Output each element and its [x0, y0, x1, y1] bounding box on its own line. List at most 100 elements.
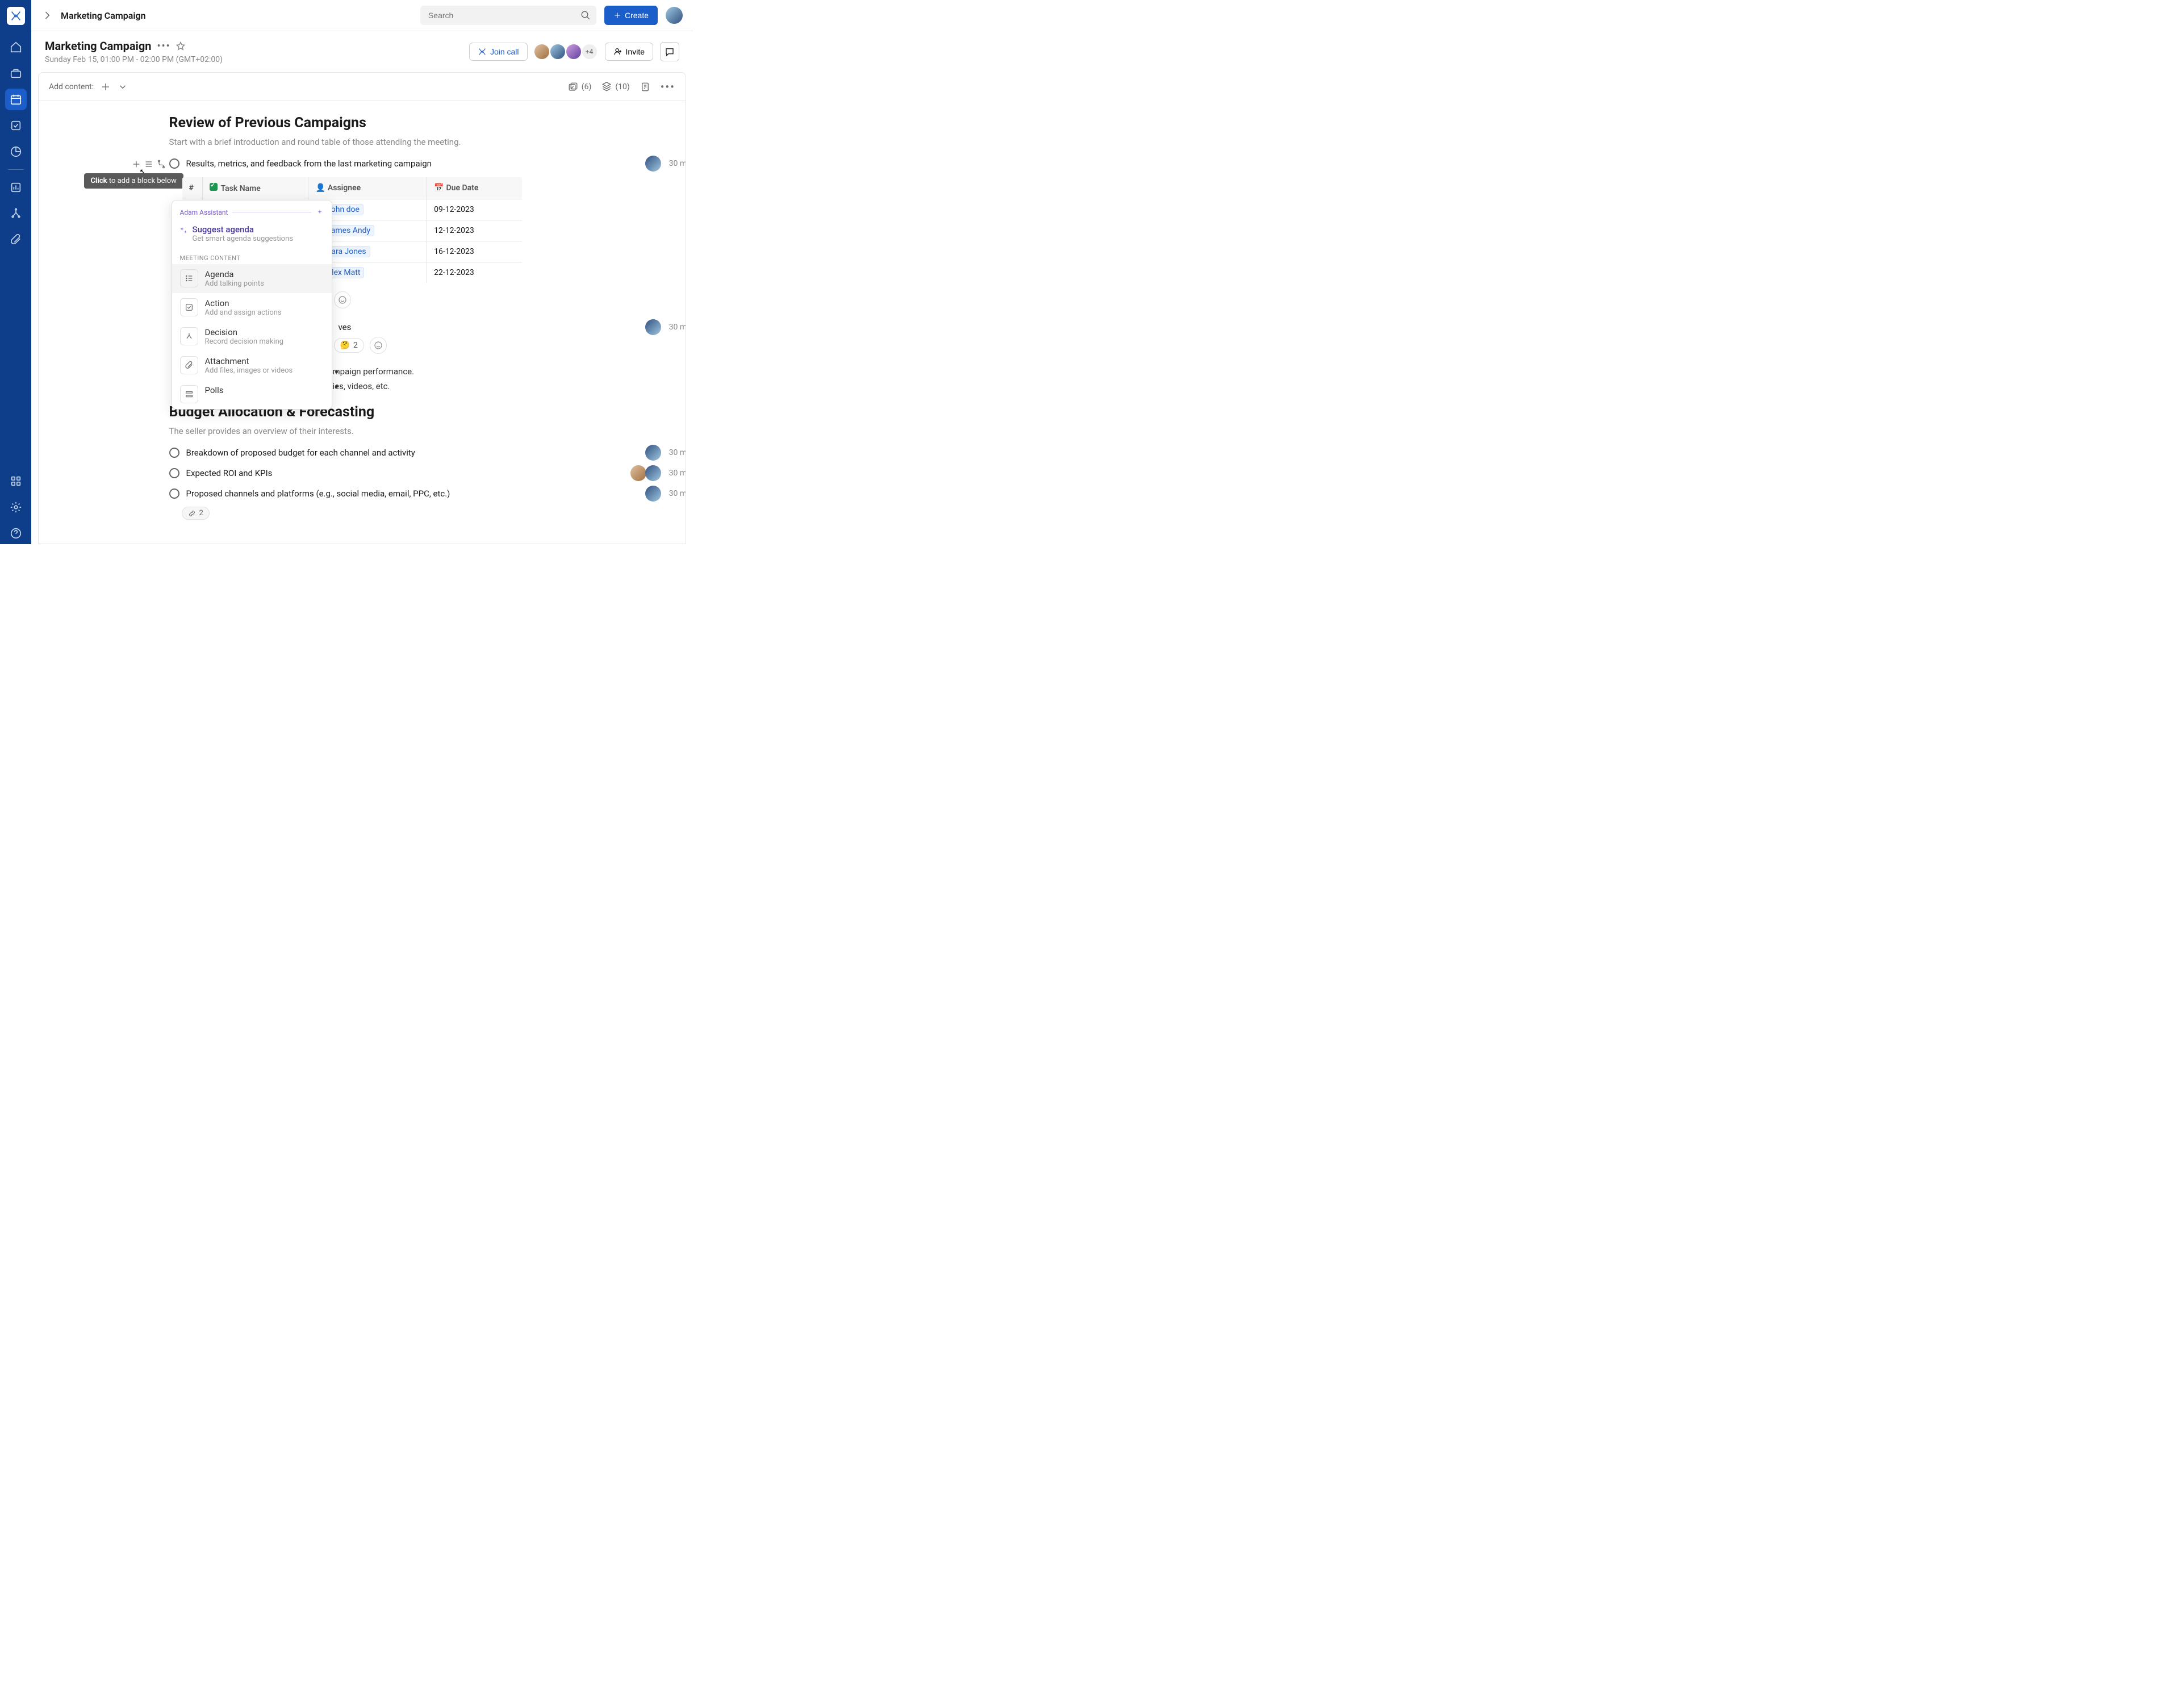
nav-help[interactable]: [5, 523, 27, 544]
paperclip-icon: [180, 356, 198, 374]
add-content-label: Add content:: [49, 82, 94, 91]
sidebar-divider: [8, 169, 24, 170]
avatar-more[interactable]: +4: [581, 43, 598, 60]
radio-icon[interactable]: [169, 468, 179, 478]
search-input[interactable]: [420, 6, 596, 25]
avatar: [645, 486, 661, 502]
sparkle-icon: [316, 208, 324, 216]
topbar-title: Marketing Campaign: [61, 10, 146, 21]
col-task: Task Name: [202, 177, 308, 199]
more-icon[interactable]: •••: [661, 80, 675, 94]
list-icon[interactable]: [144, 160, 153, 169]
avatar: [645, 156, 661, 172]
avatar: [630, 465, 646, 481]
duration: 30 mins: [669, 489, 686, 498]
stack-check-icon: [568, 82, 578, 92]
nav-briefcase[interactable]: [5, 62, 27, 84]
plus-icon[interactable]: [132, 160, 141, 169]
search-icon[interactable]: [580, 10, 591, 20]
avatar: [645, 319, 661, 335]
agenda-item[interactable]: Expected ROI and KPIs 30 mins: [169, 468, 555, 478]
list-item[interactable]: mpaign performance.: [344, 364, 555, 379]
check-icon: [210, 183, 218, 191]
duration: 30 mins: [669, 448, 686, 457]
duration: 30 mins: [669, 469, 686, 478]
popover-section-label: MEETING CONTENT: [172, 249, 332, 264]
ai-assistant-row: Adam Assistant: [172, 206, 332, 221]
notes-icon[interactable]: [640, 82, 650, 92]
user-plus-icon: [613, 47, 622, 56]
create-button[interactable]: Create: [604, 6, 658, 25]
poll-icon: [180, 385, 198, 403]
join-call-label: Join call: [490, 47, 519, 56]
list-icon: [180, 269, 198, 287]
plus-icon[interactable]: [101, 82, 111, 92]
chat-button[interactable]: [660, 42, 679, 61]
nav-bar-chart[interactable]: [5, 177, 27, 198]
link-pill[interactable]: 2: [182, 507, 210, 520]
branch-icon[interactable]: [157, 160, 166, 169]
create-label: Create: [625, 11, 649, 20]
add-reaction-button[interactable]: [370, 337, 387, 354]
join-call-button[interactable]: Join call: [469, 43, 528, 61]
popover-item-polls[interactable]: Polls: [172, 380, 332, 403]
smile-plus-icon: [338, 295, 347, 304]
nav-home[interactable]: [5, 36, 27, 58]
avatar-stack[interactable]: +4: [534, 43, 598, 60]
avatar: [565, 43, 582, 60]
invite-button[interactable]: Invite: [605, 43, 653, 61]
star-icon[interactable]: [176, 41, 186, 51]
agenda-item[interactable]: Breakdown of proposed budget for each ch…: [169, 448, 555, 458]
page-more-icon[interactable]: •••: [157, 40, 171, 52]
popover-item-agenda[interactable]: AgendaAdd talking points: [172, 264, 332, 293]
popover-item-action[interactable]: ActionAdd and assign actions: [172, 293, 332, 322]
emoji-thinking-icon: 🤔: [340, 341, 350, 350]
avatar: [533, 43, 550, 60]
app-logo[interactable]: [7, 7, 25, 25]
bullet-list: mpaign performance. ies, videos, etc.: [334, 364, 555, 394]
sidebar: [0, 0, 31, 544]
suggest-agenda[interactable]: Suggest agenda Get smart agenda suggesti…: [172, 221, 332, 249]
col-hash: #: [182, 177, 202, 199]
col-due: 📅Due Date: [427, 177, 522, 199]
page-title: Marketing Campaign: [45, 39, 152, 53]
nav-checkbox[interactable]: [5, 115, 27, 136]
agenda-text: Proposed channels and platforms (e.g., s…: [186, 488, 450, 499]
plus-icon: [613, 11, 621, 19]
section-title: Review of Previous Campaigns: [169, 115, 555, 131]
user-avatar[interactable]: [666, 7, 683, 24]
calendar-icon: 📅: [434, 183, 444, 193]
list-item[interactable]: ies, videos, etc.: [344, 379, 555, 394]
nav-settings[interactable]: [5, 496, 27, 518]
radio-icon[interactable]: [169, 448, 179, 458]
chevron-right-icon[interactable]: [41, 10, 53, 21]
invite-label: Invite: [626, 47, 645, 56]
radio-icon[interactable]: [169, 158, 179, 169]
page-subtitle: Sunday Feb 15, 01:00 PM - 02:00 PM (GMT+…: [45, 55, 223, 64]
nav-apps[interactable]: [5, 470, 27, 492]
smile-plus-icon: [374, 341, 383, 350]
logo-small-icon: [478, 47, 487, 56]
agenda-text: Expected ROI and KPIs: [186, 468, 273, 478]
nav-chart-pie[interactable]: [5, 141, 27, 162]
nav-calendar[interactable]: [5, 89, 27, 110]
add-reaction-button[interactable]: [334, 291, 351, 308]
popover-item-decision[interactable]: DecisionRecord decision making: [172, 322, 332, 351]
topbar: Marketing Campaign Create: [31, 0, 693, 31]
duration: 30 mins: [669, 323, 686, 332]
counter-layers[interactable]: (10): [601, 82, 629, 92]
nav-branch[interactable]: [5, 203, 27, 224]
popover-item-attachment[interactable]: AttachmentAdd files, images or videos: [172, 351, 332, 380]
nav-attachment[interactable]: [5, 229, 27, 250]
link-icon: [188, 510, 196, 517]
counter-checks[interactable]: (6): [568, 82, 592, 92]
reaction-pill[interactable]: 🤔2: [334, 338, 364, 353]
block-popover: Adam Assistant Suggest agenda Get smart …: [172, 200, 332, 410]
avatar: [645, 465, 661, 481]
radio-icon[interactable]: [169, 488, 179, 499]
agenda-item[interactable]: ↖ Click to add a block below Results, me…: [169, 158, 555, 169]
chevron-down-icon[interactable]: [118, 82, 128, 92]
avatar: [549, 43, 566, 60]
block-gutter: ↖: [132, 160, 166, 169]
agenda-item[interactable]: Proposed channels and platforms (e.g., s…: [169, 488, 555, 499]
